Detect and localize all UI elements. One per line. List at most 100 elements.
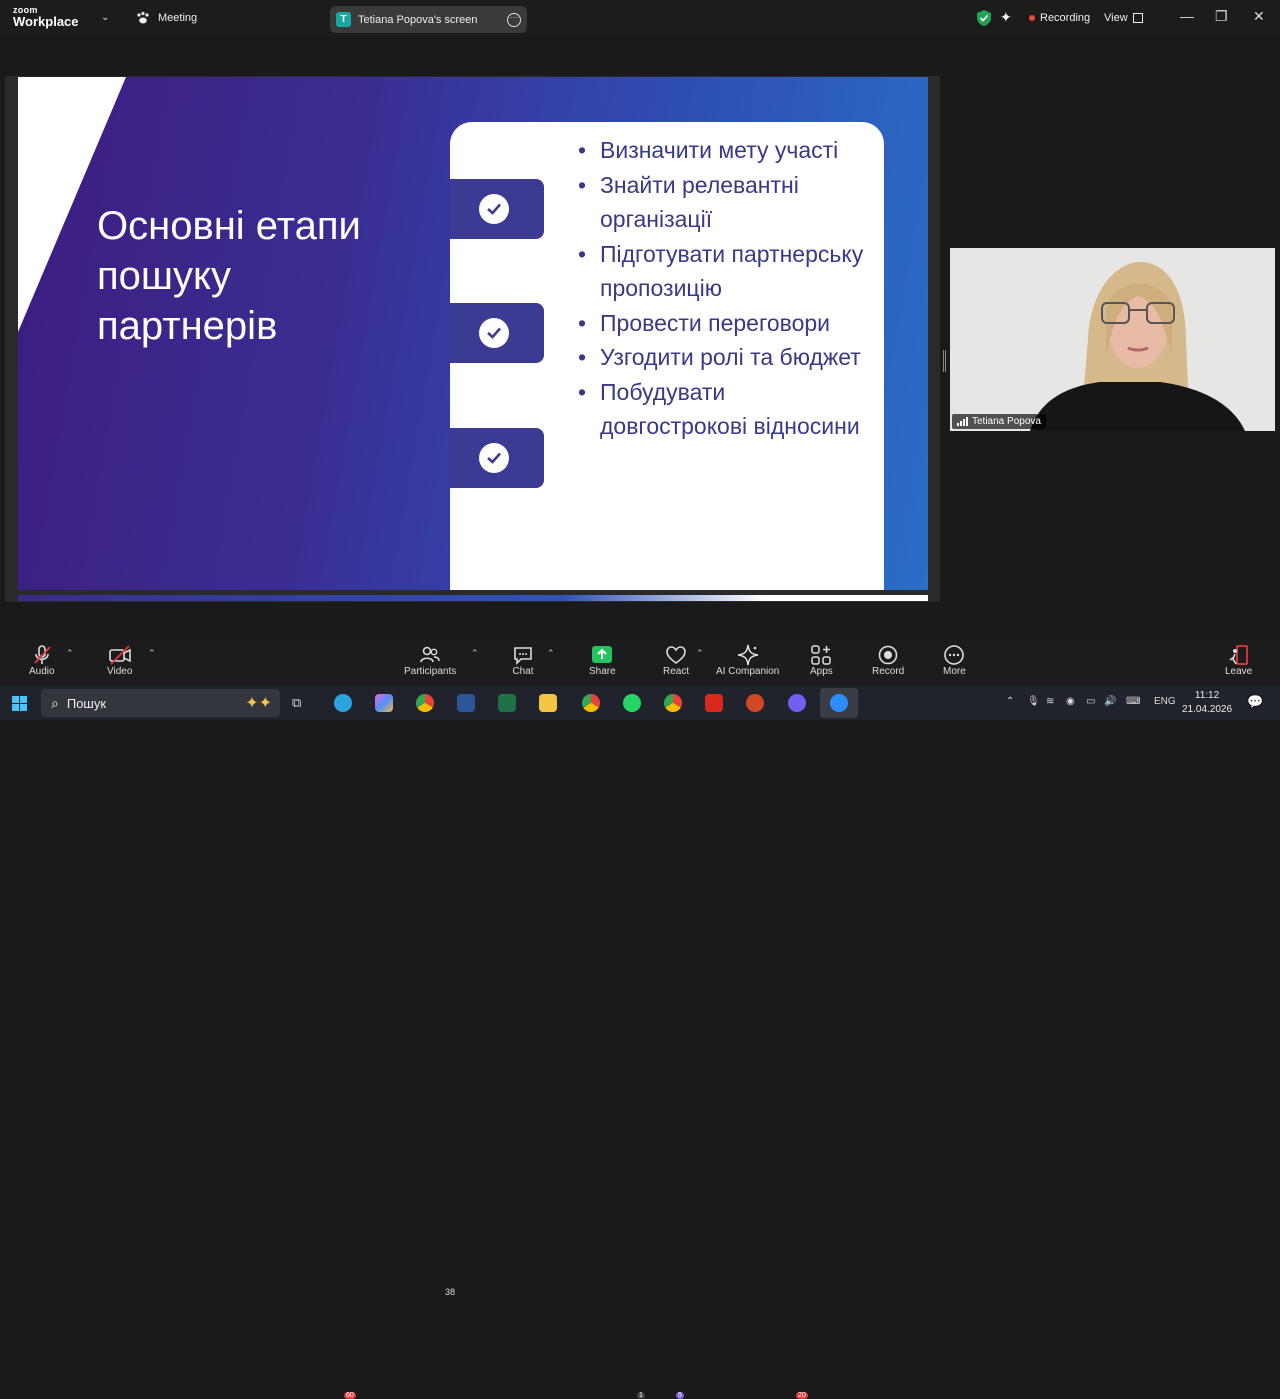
clock-time: 11:12	[1194, 690, 1220, 701]
chrome-profile-icon[interactable]	[582, 694, 600, 712]
keyboard-icon[interactable]: ⌨	[1126, 696, 1140, 707]
wifi-icon[interactable]: ≋	[1046, 696, 1054, 707]
task-view-icon[interactable]: ⧉	[292, 695, 301, 711]
view-menu[interactable]: View	[1104, 12, 1143, 24]
presentation-slide: Основні етапи пошуку партнерів Визначити…	[18, 77, 928, 590]
react-button[interactable]: React	[663, 644, 689, 677]
check-icon	[479, 443, 509, 473]
windows-taskbar: ⌕ Пошук ✦✦ ⧉ 60 1 5 20 ⌃ 🎙 ≋ ◉ ▭ 🔊 ⌨ ENG…	[0, 686, 1280, 1399]
check-icon	[479, 318, 509, 348]
whatsapp-badge: 1	[637, 1392, 645, 1399]
slide-title: Основні етапи пошуку партнерів	[97, 204, 361, 348]
check-tab	[450, 428, 544, 488]
apps-icon	[811, 645, 832, 665]
video-options-chevron-icon[interactable]: ⌃	[148, 648, 156, 659]
recording-dot-icon	[1029, 15, 1035, 21]
check-tab	[450, 303, 544, 363]
audio-button[interactable]: Audio	[29, 644, 55, 677]
file-explorer-icon[interactable]	[539, 694, 557, 712]
record-icon	[878, 645, 898, 665]
check-icon	[479, 194, 509, 224]
bullet-item: Визначити мету участі	[578, 133, 878, 168]
restore-icon[interactable]: ❐	[1215, 8, 1228, 25]
location-icon[interactable]: ◉	[1066, 696, 1075, 707]
taskbar-search[interactable]: ⌕ Пошук ✦✦	[41, 689, 280, 717]
meeting-menu[interactable]: Meeting	[136, 11, 197, 25]
chat-button[interactable]: Chat	[512, 644, 534, 677]
more-icon	[944, 645, 965, 665]
audio-options-chevron-icon[interactable]: ⌃	[66, 648, 74, 659]
shared-screen-indicator[interactable]: T Tetiana Popova's screen ···	[330, 6, 527, 33]
leave-door-icon	[1229, 645, 1248, 665]
chrome-icon[interactable]	[416, 694, 434, 712]
telegram-icon[interactable]	[334, 694, 352, 712]
apps-label: Apps	[810, 666, 833, 677]
zoom-taskbar-button[interactable]	[820, 688, 858, 718]
battery-icon[interactable]: ▭	[1086, 696, 1095, 707]
whatsapp-icon[interactable]	[623, 694, 641, 712]
more-button[interactable]: More	[943, 644, 966, 677]
meeting-toolbar: Audio ⌃ Video ⌃ Participants 38 ⌃ Chat ⌃…	[0, 638, 1280, 1297]
chat-options-chevron-icon[interactable]: ⌃	[547, 648, 555, 659]
microphone-muted-icon	[34, 645, 51, 664]
participants-button[interactable]: Participants	[404, 644, 456, 677]
check-tab	[450, 179, 544, 239]
paw-icon	[137, 11, 149, 24]
participants-count: 38	[445, 1287, 456, 1297]
next-slide-strip	[18, 595, 928, 601]
notifications-icon[interactable]: 💬	[1247, 694, 1263, 710]
react-options-chevron-icon[interactable]: ⌃	[696, 648, 704, 659]
share-label: Share	[589, 666, 616, 677]
chevron-down-icon[interactable]: ⌄	[101, 12, 109, 23]
excel-icon[interactable]	[498, 694, 516, 712]
search-highlight-icon: ✦✦	[245, 695, 272, 712]
bullet-item: Знайти релевантні організації	[578, 168, 878, 237]
chrome-alt-profile-icon[interactable]	[664, 694, 682, 712]
close-icon[interactable]: ✕	[1253, 8, 1265, 25]
zoom-app-icon	[830, 694, 848, 712]
acrobat-icon[interactable]	[705, 694, 723, 712]
video-button[interactable]: Video	[107, 644, 132, 677]
copilot-icon[interactable]	[375, 694, 393, 712]
record-button[interactable]: Record	[872, 644, 904, 677]
input-language[interactable]: ENG	[1154, 696, 1176, 707]
participants-options-chevron-icon[interactable]: ⌃	[471, 648, 479, 659]
minimize-icon[interactable]: —	[1180, 8, 1194, 24]
chrome-profile-badge: 5	[676, 1392, 684, 1399]
security-shield-icon[interactable]	[977, 10, 991, 26]
ai-sparkle-icon[interactable]: ✦	[1000, 9, 1012, 26]
word-icon[interactable]	[457, 694, 475, 712]
ai-companion-button[interactable]: AI Companion	[716, 644, 779, 677]
sharer-avatar: T	[336, 12, 351, 27]
resize-handle[interactable]	[943, 350, 946, 372]
more-options-icon[interactable]: ···	[507, 12, 521, 27]
recording-indicator[interactable]: Recording	[1029, 12, 1090, 24]
system-clock[interactable]: 11:12 21.04.2026	[1182, 689, 1232, 717]
telegram-badge: 60	[344, 1392, 356, 1399]
participants-icon	[420, 646, 440, 663]
powerpoint-icon[interactable]	[746, 694, 764, 712]
volume-icon[interactable]: 🔊	[1104, 696, 1116, 707]
clock-date: 21.04.2026	[1182, 704, 1233, 715]
logo-line-2: Workplace	[13, 14, 79, 29]
camera-off-icon	[108, 645, 131, 665]
microphone-tray-icon[interactable]: 🎙	[1027, 696, 1040, 707]
apps-button[interactable]: Apps	[810, 644, 833, 677]
leave-button[interactable]: Leave	[1225, 644, 1252, 677]
participants-label: Participants	[404, 666, 457, 677]
viber-icon[interactable]	[788, 694, 806, 712]
windows-start-icon[interactable]	[12, 696, 27, 711]
participant-avatar	[950, 248, 1275, 431]
viber-badge: 20	[796, 1392, 808, 1399]
bullet-item: Провести переговори	[578, 306, 878, 341]
recording-label: Recording	[1040, 12, 1091, 24]
zoom-workplace-logo[interactable]: zoom Workplace	[13, 6, 79, 29]
share-screen-icon	[592, 646, 613, 663]
search-icon: ⌕	[51, 694, 59, 711]
leave-label: Leave	[1225, 666, 1253, 677]
signal-strength-icon	[957, 417, 968, 426]
bullet-item: Узгодити ролі та бюджет	[578, 340, 878, 375]
show-hidden-icons-icon[interactable]: ⌃	[1006, 696, 1014, 707]
participant-video[interactable]: Tetiana Popova	[950, 248, 1275, 431]
share-button[interactable]: Share	[589, 644, 616, 677]
